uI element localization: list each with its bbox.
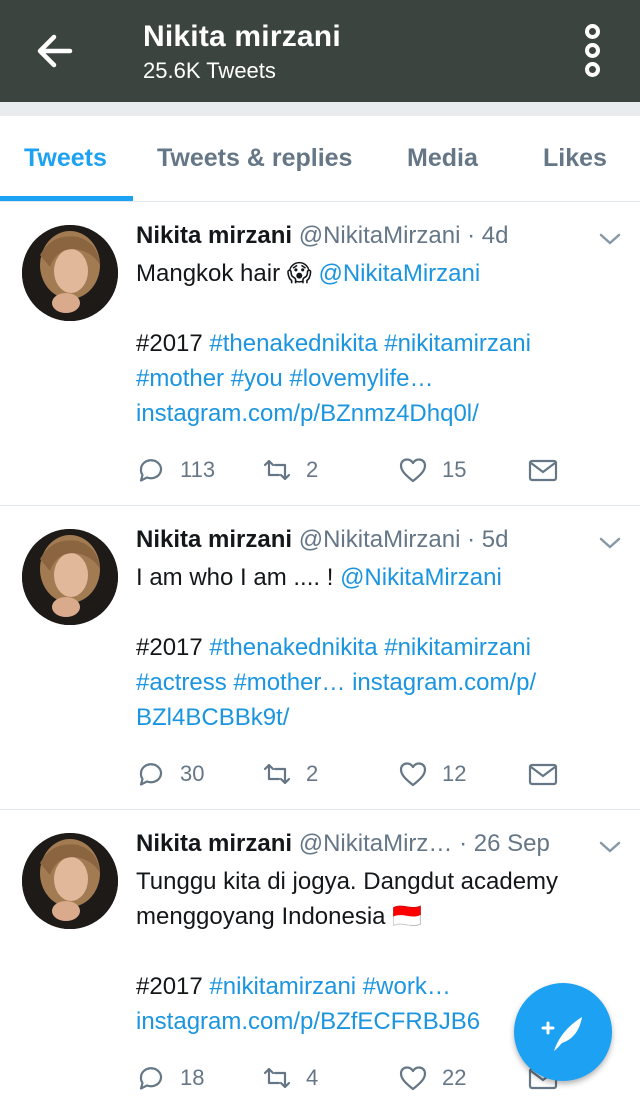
back-arrow-icon[interactable] [30, 26, 86, 76]
author-handle[interactable]: @NikitaMirzani [299, 222, 461, 249]
text-span: #2017 [136, 634, 203, 661]
avatar[interactable] [22, 529, 118, 625]
hashtag-links[interactable]: #thenakednikita #nikitamirzani [203, 634, 531, 661]
text-span: Tunggu kita di jogya. Dangdut academy [136, 868, 559, 895]
like-count: 15 [442, 457, 467, 482]
hashtag-links[interactable]: #thenakednikita #nikitamirzani [203, 330, 531, 357]
direct-message-icon [528, 763, 558, 786]
tab-tweets-replies[interactable]: Tweets & replies [157, 144, 352, 173]
hashtag-links[interactable]: #actress #mother… instagram.com/p/ [136, 665, 616, 700]
hashtag-links[interactable]: #mother #you #lovemylife… [136, 361, 616, 396]
like-count: 22 [442, 1065, 467, 1090]
compose-tweet-button[interactable] [514, 983, 612, 1081]
like-button[interactable]: 22 [398, 1060, 466, 1096]
retweet-button[interactable]: 2 [262, 452, 318, 488]
tweet-actions: 30 2 12 [136, 756, 616, 792]
retweet-button[interactable]: 4 [262, 1060, 318, 1096]
retweet-icon [263, 459, 291, 481]
tweet-time: · 4d [467, 222, 509, 249]
reply-button[interactable]: 113 [136, 452, 215, 488]
direct-message-button[interactable] [528, 756, 572, 792]
retweet-count: 2 [306, 457, 319, 482]
tweet-header: Nikita mirzani @NikitaMirzani · 5d [136, 526, 508, 554]
retweet-icon [263, 763, 291, 785]
tweet-header: Nikita mirzani @NikitaMirzani · 4d [136, 222, 508, 250]
retweet-button[interactable]: 2 [262, 756, 318, 792]
retweet-count: 4 [306, 1065, 319, 1090]
header-divider [0, 102, 640, 116]
reply-icon [139, 1067, 163, 1090]
chevron-down-icon[interactable] [598, 840, 622, 854]
avatar[interactable] [22, 225, 118, 321]
text-span: Mangkok hair [136, 260, 287, 287]
tweet-actions: 113 2 15 [136, 452, 616, 488]
emoji: 😱 [286, 260, 312, 287]
text-span: #2017 [136, 330, 203, 357]
tab-tweets[interactable]: Tweets [24, 144, 107, 173]
reply-button[interactable]: 30 [136, 756, 204, 792]
direct-message-button[interactable] [528, 452, 572, 488]
text-span: I am who I am .... ! [136, 564, 341, 591]
reply-icon [139, 763, 163, 786]
tweet-item[interactable]: Nikita mirzani @NikitaMirzani · 5d I am … [0, 506, 640, 810]
profile-tabs: Tweets Tweets & replies Media Likes [0, 116, 640, 202]
tweet-header: Nikita mirzani @NikitaMirz… · 26 Sep [136, 830, 550, 858]
tweet-count: 25.6K Tweets [143, 58, 276, 83]
author-name[interactable]: Nikita mirzani [136, 526, 292, 553]
chevron-down-icon[interactable] [598, 536, 622, 550]
like-icon [399, 1066, 427, 1091]
retweet-icon [263, 1067, 291, 1089]
profile-name: Nikita mirzani [143, 20, 341, 53]
reply-button[interactable]: 18 [136, 1060, 204, 1096]
author-name[interactable]: Nikita mirzani [136, 222, 292, 249]
author-handle[interactable]: @NikitaMirzani [299, 526, 461, 553]
reply-icon [139, 459, 163, 482]
chevron-down-icon[interactable] [598, 232, 622, 246]
like-count: 12 [442, 761, 467, 786]
mention-link[interactable]: @NikitaMirzani [340, 564, 502, 591]
reply-count: 18 [180, 1065, 205, 1090]
tab-media[interactable]: Media [407, 144, 478, 173]
tab-likes[interactable]: Likes [543, 144, 607, 173]
active-tab-indicator [0, 196, 133, 201]
emoji: 🇮🇩 [392, 903, 423, 930]
author-name[interactable]: Nikita mirzani [136, 830, 292, 857]
tweet-item[interactable]: Nikita mirzani @NikitaMirzani · 4d Mangk… [0, 202, 640, 506]
avatar[interactable] [22, 833, 118, 929]
text-span: #2017 [136, 973, 203, 1000]
text-span: menggoyang Indonesia [136, 903, 393, 930]
like-button[interactable]: 12 [398, 756, 466, 792]
like-icon [399, 458, 427, 483]
tweet-text: I am who I am .... ! @NikitaMirzani #201… [136, 560, 616, 735]
url-link[interactable]: BZl4BCBBk9t/ [136, 700, 616, 735]
tweet-time: · 5d [467, 526, 509, 553]
reply-count: 30 [180, 761, 205, 786]
retweet-count: 2 [306, 761, 319, 786]
reply-count: 113 [180, 457, 216, 482]
direct-message-icon [528, 459, 558, 482]
mention-link[interactable]: @NikitaMirzani [312, 260, 480, 287]
tweet-text: Mangkok hair 😱 @NikitaMirzani #2017 #the… [136, 256, 616, 431]
author-handle[interactable]: @NikitaMirz… [299, 830, 453, 857]
tweet-time: · 26 Sep [459, 830, 550, 857]
more-vertical-icon[interactable] [576, 24, 608, 80]
hashtag-links[interactable]: #nikitamirzani #work… [203, 973, 450, 1000]
compose-tweet-icon [541, 1017, 582, 1051]
like-button[interactable]: 15 [398, 452, 466, 488]
url-link[interactable]: instagram.com/p/BZnmz4Dhq0l/ [136, 396, 616, 431]
app-header: Nikita mirzani 25.6K Tweets [0, 0, 640, 102]
like-icon [399, 762, 427, 787]
